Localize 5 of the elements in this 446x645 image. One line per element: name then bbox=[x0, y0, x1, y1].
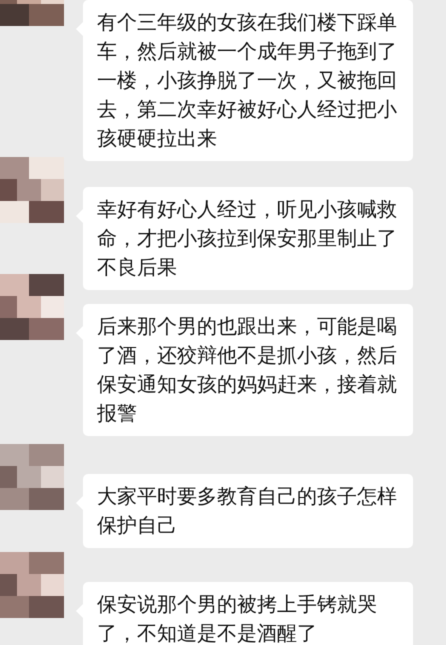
message-text: 保安说那个男的被拷上手铐就哭了，不知道是不是酒醒了 bbox=[97, 591, 378, 645]
message-text: 有个三年级的女孩在我们楼下踩单车，然后就被一个成年男子拖到了一楼，小孩挣脱了一次，又被拖回去，第二次幸好被好心人经过把小孩硬硬拉出来 bbox=[97, 9, 398, 152]
message-text: 大家平时要多教育自己的孩子怎样保护自己 bbox=[97, 483, 398, 539]
message-text: 后来那个男的也跟出来，可能是喝了酒，还狡辩他不是抓小孩，然后保安通知女孩的妈妈赶来，接着就报警 bbox=[97, 313, 398, 427]
message-text: 幸好有好心人经过，听见小孩喊救命，才把小孩拉到保安那里制止了不良后果 bbox=[97, 196, 398, 281]
